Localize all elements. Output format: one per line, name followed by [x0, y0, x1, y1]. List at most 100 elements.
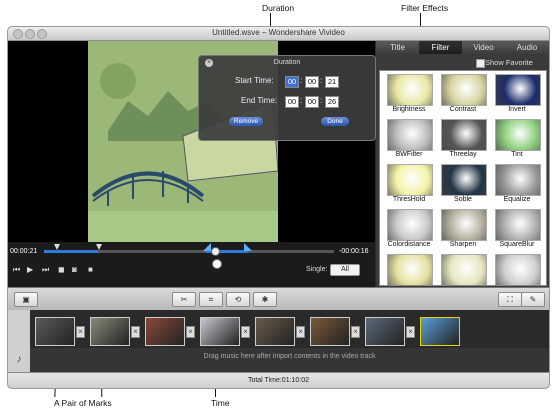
colon: : [300, 96, 303, 105]
mark-out-icon[interactable] [96, 244, 102, 250]
mark-in-icon[interactable] [54, 244, 60, 250]
callout-filter-effects: Filter Effects [401, 3, 449, 13]
window-title: Untitled.wsve – Wondershare Vivideo [212, 28, 345, 37]
transition-icon[interactable]: ⨯ [131, 326, 140, 338]
playhead[interactable] [211, 247, 220, 256]
effect-name: Sharpen [449, 241, 477, 248]
music-note-icon: ♪ [8, 348, 30, 372]
clip-thumbnail[interactable] [35, 317, 75, 346]
end-hours-field[interactable]: 00 [285, 96, 299, 108]
remove-button[interactable]: Remove [229, 117, 263, 126]
filter-effect-item[interactable]: Soble [438, 164, 488, 208]
video-track-icon [8, 310, 30, 348]
tab-title[interactable]: Title [376, 41, 420, 54]
rotate-icon[interactable]: ⟲ [226, 292, 250, 307]
fullscreen-icon[interactable]: ⛶ [498, 292, 522, 307]
filter-effect-item[interactable]: Tint [492, 119, 542, 163]
filter-effect-item[interactable]: Invert [492, 74, 542, 118]
tab-video[interactable]: Video [462, 41, 506, 54]
clip-thumbnail[interactable] [255, 317, 295, 346]
start-hours-field[interactable]: 00 [285, 76, 299, 88]
skip-forward-icon[interactable]: ⏭ [42, 265, 49, 275]
range-start-handle-icon[interactable] [203, 243, 211, 251]
effect-thumbnail [441, 209, 487, 241]
end-minutes-field[interactable]: 00 [305, 96, 319, 108]
snapshot-icon[interactable]: ◙ [72, 265, 77, 274]
done-button[interactable]: Done [321, 117, 349, 126]
frame-icon[interactable]: ◼ [58, 265, 65, 274]
all-button[interactable]: All [330, 264, 360, 276]
filter-effect-item[interactable]: Brightness [384, 74, 434, 118]
transition-icon[interactable]: ⨯ [186, 326, 195, 338]
crop-icon[interactable]: ⌗ [199, 292, 223, 307]
duration-title: Duration [273, 59, 301, 66]
effects-panel: Title Filter Video Audio Show Favorite B… [376, 41, 549, 287]
effect-thumbnail [387, 164, 433, 196]
start-seconds-field[interactable]: 21 [325, 76, 339, 88]
filter-effect-item[interactable]: ThresHold [384, 164, 434, 208]
import-icon[interactable]: ▣ [14, 292, 38, 307]
transition-icon[interactable]: ⨯ [351, 326, 360, 338]
effect-thumbnail [387, 119, 433, 151]
filter-effect-item[interactable]: Threelay [438, 119, 488, 163]
skip-back-icon[interactable]: ⏮ [13, 265, 20, 275]
filter-effect-item[interactable] [438, 254, 488, 285]
edit-toolbar: ▣ ✂ ⌗ ⟲ ✱ ⛶ ✎ [8, 287, 549, 311]
stop-icon[interactable]: ■ [88, 265, 93, 274]
effect-name: Colordistance [387, 241, 431, 248]
filter-effect-item[interactable]: SquareBlur [492, 209, 542, 253]
filter-effect-item[interactable]: Sharpen [438, 209, 488, 253]
transition-icon[interactable]: ⨯ [241, 326, 250, 338]
effect-thumbnail [387, 254, 433, 285]
end-seconds-field[interactable]: 26 [325, 96, 339, 108]
duration-dialog: × Duration Start Time: 00 : 00 : 21 End … [198, 55, 376, 141]
title-bar: Untitled.wsve – Wondershare Vivideo [8, 27, 549, 41]
video-track: ⨯ ⨯ ⨯ ⨯ ⨯ ⨯ ⨯ [8, 310, 549, 348]
clip-thumbnail[interactable] [90, 317, 130, 346]
timeline-scrubber[interactable] [44, 243, 334, 256]
tab-filter[interactable]: Filter [419, 41, 463, 54]
callout-pair-of-marks: A Pair of Marks [54, 398, 112, 408]
clip-thumbnail[interactable] [145, 317, 185, 346]
transition-icon[interactable]: ⨯ [406, 326, 415, 338]
clip-thumbnail[interactable] [365, 317, 405, 346]
colon: : [320, 76, 323, 85]
show-favorite-label: Show Favorite [485, 58, 533, 67]
effect-thumbnail [495, 164, 541, 196]
effect-name: Tint [511, 151, 523, 158]
cut-icon[interactable]: ✂ [172, 292, 196, 307]
range-end-handle-icon[interactable] [244, 243, 252, 251]
effect-thumbnail [387, 74, 433, 106]
effects-icon[interactable]: ✱ [253, 292, 277, 307]
filter-effect-item[interactable]: Contrast [438, 74, 488, 118]
clip-thumbnail[interactable] [420, 317, 460, 346]
transition-icon[interactable]: ⨯ [76, 326, 85, 338]
tab-audio[interactable]: Audio [505, 41, 549, 54]
effect-thumbnail [441, 119, 487, 151]
effect-thumbnail [495, 74, 541, 106]
marked-segment [44, 250, 98, 253]
callout-time: Time [211, 398, 230, 408]
effect-thumbnail [495, 254, 541, 285]
start-minutes-field[interactable]: 00 [305, 76, 319, 88]
show-favorite-checkbox[interactable] [476, 59, 485, 68]
filter-effect-item[interactable]: BWFilter [384, 119, 434, 163]
effect-thumbnail [495, 209, 541, 241]
transition-icon[interactable]: ⨯ [296, 326, 305, 338]
current-time: 00:00:21 [10, 248, 38, 255]
single-label: Single: [306, 266, 328, 273]
effect-name: Soble [454, 196, 472, 203]
clip-thumbnail[interactable] [200, 317, 240, 346]
filter-effect-item[interactable]: Colordistance [384, 209, 434, 253]
playback-bar: 00:00:21 -00:00:16 ⏮ ▶ ⏭ ◼ ◙ ■ Single: A… [8, 242, 375, 287]
filter-effect-item[interactable] [492, 254, 542, 285]
clip-thumbnail[interactable] [310, 317, 350, 346]
effect-name: BWFilter [395, 151, 423, 158]
remaining-time: -00:00:16 [339, 248, 369, 255]
music-track[interactable]: ♪ Drag music here after import contents … [8, 348, 549, 372]
play-icon[interactable]: ▶ [27, 265, 33, 274]
edit-icon[interactable]: ✎ [521, 292, 545, 307]
colon: : [300, 76, 303, 85]
filter-effect-item[interactable] [384, 254, 434, 285]
filter-effect-item[interactable]: Equalize [492, 164, 542, 208]
